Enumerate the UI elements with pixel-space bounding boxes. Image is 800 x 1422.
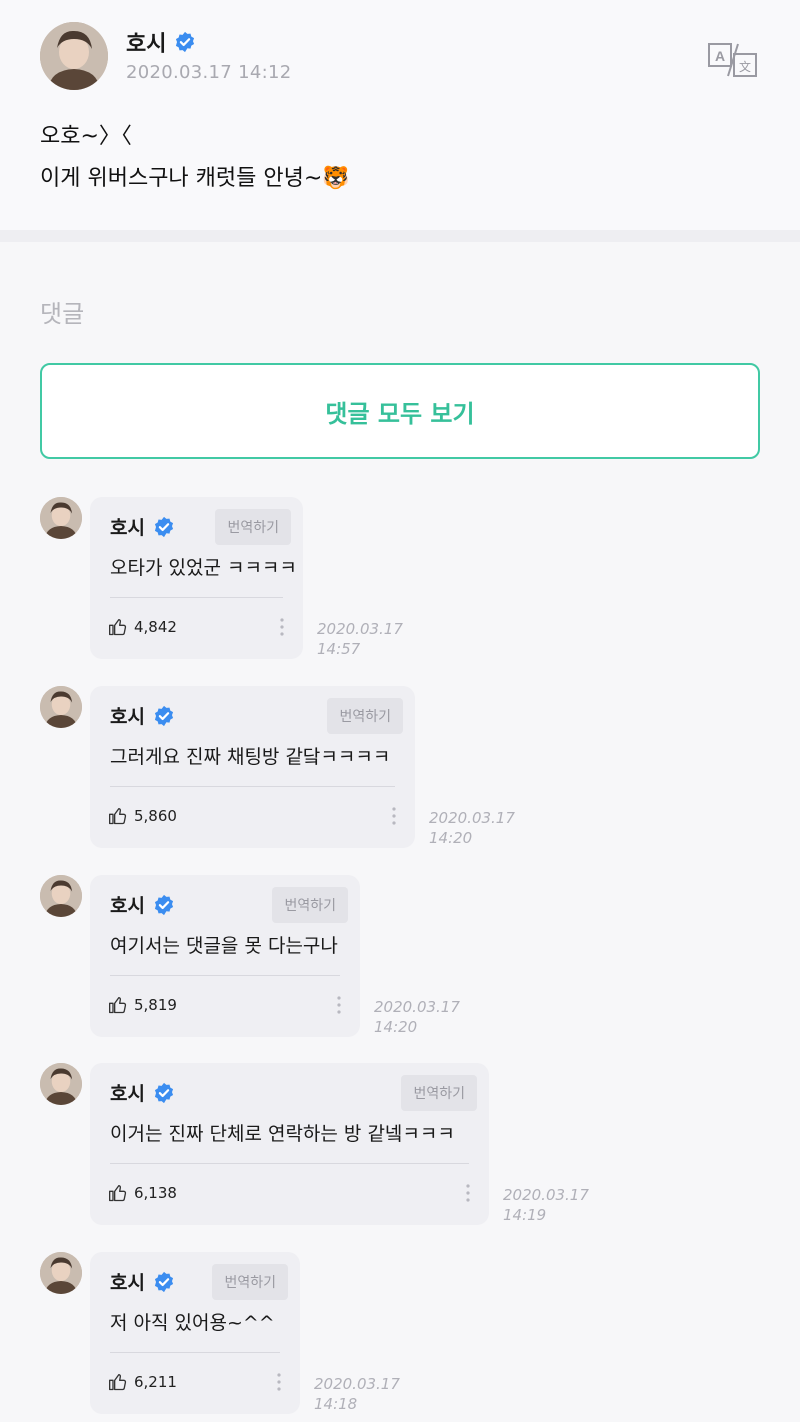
comment-author-name: 호시 xyxy=(110,1083,145,1105)
more-options-icon[interactable] xyxy=(279,617,285,637)
verified-icon xyxy=(153,516,175,538)
like-count: 4,842 xyxy=(134,618,177,636)
comment-avatar[interactable] xyxy=(40,875,82,917)
comment-time: 14:20 xyxy=(374,1018,418,1036)
like-count: 5,860 xyxy=(134,807,177,825)
comment-divider xyxy=(110,786,395,787)
comment-bubble: 호시 번역하기 여기서는 댓글을 못 다는구나 5,819 xyxy=(90,875,360,1037)
thumbs-up-icon xyxy=(109,619,127,636)
more-options-icon[interactable] xyxy=(276,1372,282,1392)
more-options-icon[interactable] xyxy=(391,806,397,826)
post-author-name: 호시 xyxy=(126,32,167,57)
comment-author-name: 호시 xyxy=(110,1272,145,1294)
post-timestamp: 2020.03.17 14:12 xyxy=(126,62,292,83)
comment-author[interactable]: 호시 xyxy=(110,1268,175,1295)
comment-bubble: 호시 번역하기 오타가 있었군 ㅋㅋㅋㅋ 4,842 xyxy=(90,497,303,659)
post-line-2: 이게 위버스구나 캐럿들 안녕~🐯 xyxy=(40,166,350,191)
like-count: 6,138 xyxy=(134,1184,177,1202)
thumbs-up-icon xyxy=(109,997,127,1014)
comment-date: 2020.03.17 xyxy=(374,998,460,1016)
post-body: 오호~〉〈 이게 위버스구나 캐럿들 안녕~🐯 xyxy=(40,116,350,200)
translate-button[interactable]: 번역하기 xyxy=(327,698,403,734)
comment-time: 14:57 xyxy=(317,640,361,658)
comment-author[interactable]: 호시 xyxy=(110,1079,175,1106)
comment-author-name: 호시 xyxy=(110,517,145,539)
comment-divider xyxy=(110,1163,469,1164)
comment-time: 14:19 xyxy=(503,1206,547,1224)
comment-avatar[interactable] xyxy=(40,1252,82,1294)
comment-text: 그러게요 진짜 채팅방 같닼ㅋㅋㅋㅋ xyxy=(110,746,391,768)
post-author[interactable]: 호시 xyxy=(126,26,196,58)
like-button[interactable]: 5,819 xyxy=(108,995,177,1015)
translate-button[interactable]: 번역하기 xyxy=(272,887,348,923)
thumbs-up-icon xyxy=(109,1185,127,1202)
translate-icon[interactable]: A 文 xyxy=(706,40,758,80)
comment-text: 이거는 진짜 단체로 연락하는 방 같넼ㅋㅋㅋ xyxy=(110,1123,455,1145)
comments-label: 댓글 xyxy=(40,300,85,328)
like-button[interactable]: 5,860 xyxy=(108,806,177,826)
comment-timestamp: 2020.03.17 14:18 xyxy=(314,1374,400,1414)
comment-avatar[interactable] xyxy=(40,686,82,728)
comment-author-name: 호시 xyxy=(110,895,145,917)
comment-divider xyxy=(110,597,283,598)
comment-bubble: 호시 번역하기 저 아직 있어용~^^ 6,211 xyxy=(90,1252,300,1414)
comment-divider xyxy=(110,975,340,976)
author-avatar[interactable] xyxy=(40,22,108,90)
comment-timestamp: 2020.03.17 14:19 xyxy=(503,1185,589,1225)
comment-divider xyxy=(110,1352,280,1353)
comment-avatar[interactable] xyxy=(40,1063,82,1105)
comment-text: 저 아직 있어용~^^ xyxy=(110,1312,275,1334)
verified-icon xyxy=(153,1271,175,1293)
translate-button[interactable]: 번역하기 xyxy=(212,1264,288,1300)
view-all-comments-button[interactable]: 댓글 모두 보기 xyxy=(40,363,760,459)
verified-icon xyxy=(174,31,196,53)
comment-text: 여기서는 댓글을 못 다는구나 xyxy=(110,935,338,957)
comment-date: 2020.03.17 xyxy=(317,620,403,638)
comment-author-name: 호시 xyxy=(110,706,145,728)
comment-time: 14:20 xyxy=(429,829,473,847)
comment-timestamp: 2020.03.17 14:57 xyxy=(317,619,403,659)
comment-timestamp: 2020.03.17 14:20 xyxy=(374,997,460,1037)
translate-button[interactable]: 번역하기 xyxy=(215,509,291,545)
verified-icon xyxy=(153,1082,175,1104)
comment-time: 14:18 xyxy=(314,1395,358,1413)
comment-date: 2020.03.17 xyxy=(314,1375,400,1393)
comment-bubble: 호시 번역하기 그러게요 진짜 채팅방 같닼ㅋㅋㅋㅋ 5,860 xyxy=(90,686,415,848)
section-divider xyxy=(0,230,800,242)
comment-author[interactable]: 호시 xyxy=(110,702,175,729)
more-options-icon[interactable] xyxy=(465,1183,471,1203)
post-line-1: 오호~〉〈 xyxy=(40,124,132,149)
thumbs-up-icon xyxy=(109,1374,127,1391)
svg-text:文: 文 xyxy=(739,59,751,74)
comment-bubble: 호시 번역하기 이거는 진짜 단체로 연락하는 방 같넼ㅋㅋㅋ 6,138 xyxy=(90,1063,489,1225)
comment-avatar[interactable] xyxy=(40,497,82,539)
comment-timestamp: 2020.03.17 14:20 xyxy=(429,808,515,848)
post-card: 호시 2020.03.17 14:12 A 文 오호~〉〈 이게 위버스구나 캐… xyxy=(0,0,800,230)
like-button[interactable]: 6,211 xyxy=(108,1372,177,1392)
more-options-icon[interactable] xyxy=(336,995,342,1015)
like-button[interactable]: 6,138 xyxy=(108,1183,177,1203)
comment-author[interactable]: 호시 xyxy=(110,891,175,918)
svg-text:A: A xyxy=(715,48,725,64)
comment-author[interactable]: 호시 xyxy=(110,513,175,540)
like-button[interactable]: 4,842 xyxy=(108,617,177,637)
comment-text: 오타가 있었군 ㅋㅋㅋㅋ xyxy=(110,557,297,579)
thumbs-up-icon xyxy=(109,808,127,825)
like-count: 5,819 xyxy=(134,996,177,1014)
comment-date: 2020.03.17 xyxy=(429,809,515,827)
translate-button[interactable]: 번역하기 xyxy=(401,1075,477,1111)
verified-icon xyxy=(153,894,175,916)
like-count: 6,211 xyxy=(134,1373,177,1391)
comment-date: 2020.03.17 xyxy=(503,1186,589,1204)
verified-icon xyxy=(153,705,175,727)
